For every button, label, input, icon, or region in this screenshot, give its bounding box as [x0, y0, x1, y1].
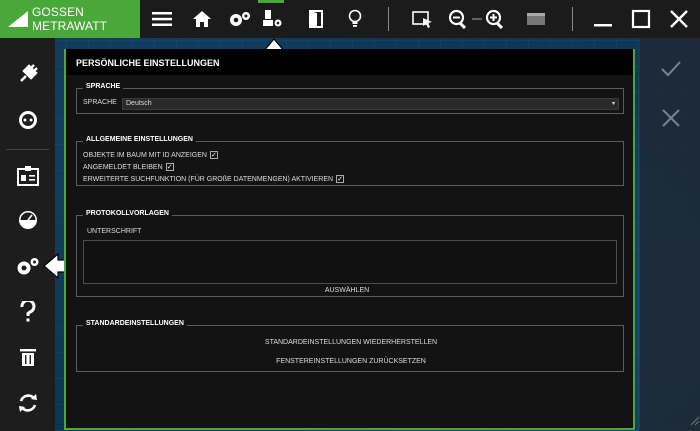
check-icon[interactable]	[660, 60, 682, 83]
maximize-icon[interactable]	[628, 6, 654, 32]
reset-window-settings-button[interactable]: FENSTEREINSTELLUNGEN ZURÜCKSETZEN	[207, 358, 495, 365]
id-card-icon	[16, 166, 39, 186]
right-action-panel	[640, 38, 700, 431]
sidebar-item-id-card[interactable]	[0, 152, 55, 200]
language-group: SPRACHE SPRACHE Deutsch ▾	[76, 83, 624, 114]
option-stay-logged-in-label: ANGEMELDET BLEIBEN	[83, 163, 163, 171]
option-show-ids-label: OBJEKTE IM BAUM MIT ID ANZEIGEN	[83, 151, 207, 159]
chevron-down-icon: ▾	[611, 101, 615, 107]
select-signature-button[interactable]: AUSWÄHLEN	[317, 287, 377, 294]
sidebar-item-gauge[interactable]	[0, 196, 55, 244]
general-settings-group: ALLGEMEINE EINSTELLUNGEN OBJEKTE IM BAUM…	[76, 136, 624, 186]
sidebar-item-socket[interactable]	[0, 96, 55, 144]
plug-icon	[19, 64, 38, 82]
gauge-icon	[18, 211, 37, 229]
option-extended-search-checkbox[interactable]: ✓	[336, 175, 345, 183]
brand-name: GOSSEN METRAWATT	[32, 5, 108, 33]
brand-logo-mark-icon	[8, 11, 28, 27]
menu-icon[interactable]	[150, 6, 174, 32]
sidebar-item-plug[interactable]	[0, 50, 55, 98]
display-icon[interactable]	[524, 6, 548, 32]
lightbulb-icon[interactable]	[344, 6, 366, 32]
language-group-legend: SPRACHE	[83, 83, 124, 90]
help-icon	[19, 301, 35, 322]
door-exit-icon[interactable]	[305, 6, 327, 32]
settings-gears-icon	[17, 258, 38, 275]
close-icon[interactable]	[666, 6, 692, 32]
top-toolbar: GOSSEN METRAWATT	[0, 0, 700, 38]
toolbar-separator	[572, 7, 573, 31]
trash-icon	[19, 349, 36, 366]
signature-box[interactable]	[83, 240, 617, 284]
defaults-legend: STANDARDEINSTELLUNGEN	[83, 320, 187, 327]
option-extended-search-label: ERWEITERTE SUCHFUNKTION (FÜR GROßE DATEN…	[83, 175, 334, 183]
home-icon[interactable]	[190, 6, 214, 32]
select-cursor-icon[interactable]	[411, 6, 435, 32]
option-stay-logged-in-checkbox[interactable]: ✓	[165, 163, 174, 171]
language-select-value: Deutsch	[126, 100, 152, 107]
sidebar-separator	[6, 149, 49, 150]
restore-defaults-button[interactable]: STANDARDEINSTELLUNGEN WIEDERHERSTELLEN	[207, 339, 495, 346]
sidebar-item-help[interactable]	[0, 288, 55, 336]
zoom-out-icon[interactable]	[447, 6, 471, 32]
minimize-icon[interactable]	[590, 6, 616, 32]
panel-title: PERSÖNLICHE EINSTELLUNGEN	[66, 49, 633, 75]
option-show-ids-checkbox[interactable]: ✓	[209, 151, 218, 159]
general-settings-legend: ALLGEMEINE EINSTELLUNGEN	[83, 136, 196, 143]
toolbar-separator	[388, 7, 389, 31]
settings-gears-icon[interactable]	[227, 6, 253, 32]
templates-legend: PROTOKOLLVORLAGEN	[83, 210, 172, 217]
templates-group: PROTOKOLLVORLAGEN UNTERSCHRIFT AUSWÄHLEN	[76, 210, 624, 297]
socket-icon	[18, 111, 37, 129]
sidebar-item-sync[interactable]	[0, 379, 55, 427]
option-show-ids[interactable]: OBJEKTE IM BAUM MIT ID ANZEIGEN ✓	[83, 151, 218, 159]
brand-logo: GOSSEN METRAWATT	[0, 0, 140, 38]
language-label: SPRACHE	[83, 99, 117, 106]
sidebar	[0, 38, 55, 431]
personal-settings-panel: PERSÖNLICHE EINSTELLUNGEN SPRACHE SPRACH…	[64, 49, 635, 430]
language-select[interactable]: Deutsch ▾	[122, 98, 619, 110]
device-settings-icon[interactable]	[260, 6, 284, 32]
zoom-in-icon[interactable]	[484, 6, 508, 32]
option-stay-logged-in[interactable]: ANGEMELDET BLEIBEN ✓	[83, 163, 174, 171]
signature-label: UNTERSCHRIFT	[87, 228, 142, 235]
resize-grip-icon[interactable]	[688, 413, 700, 431]
cancel-icon[interactable]	[661, 108, 681, 133]
zoom-separator-icon	[472, 6, 482, 32]
defaults-group: STANDARDEINSTELLUNGEN STANDARDEINSTELLUN…	[76, 320, 624, 372]
option-extended-search[interactable]: ERWEITERTE SUCHFUNKTION (FÜR GROßE DATEN…	[83, 175, 345, 183]
sidebar-item-trash[interactable]	[0, 333, 55, 381]
toolbar-active-indicator	[258, 0, 284, 3]
sync-icon	[18, 394, 37, 412]
